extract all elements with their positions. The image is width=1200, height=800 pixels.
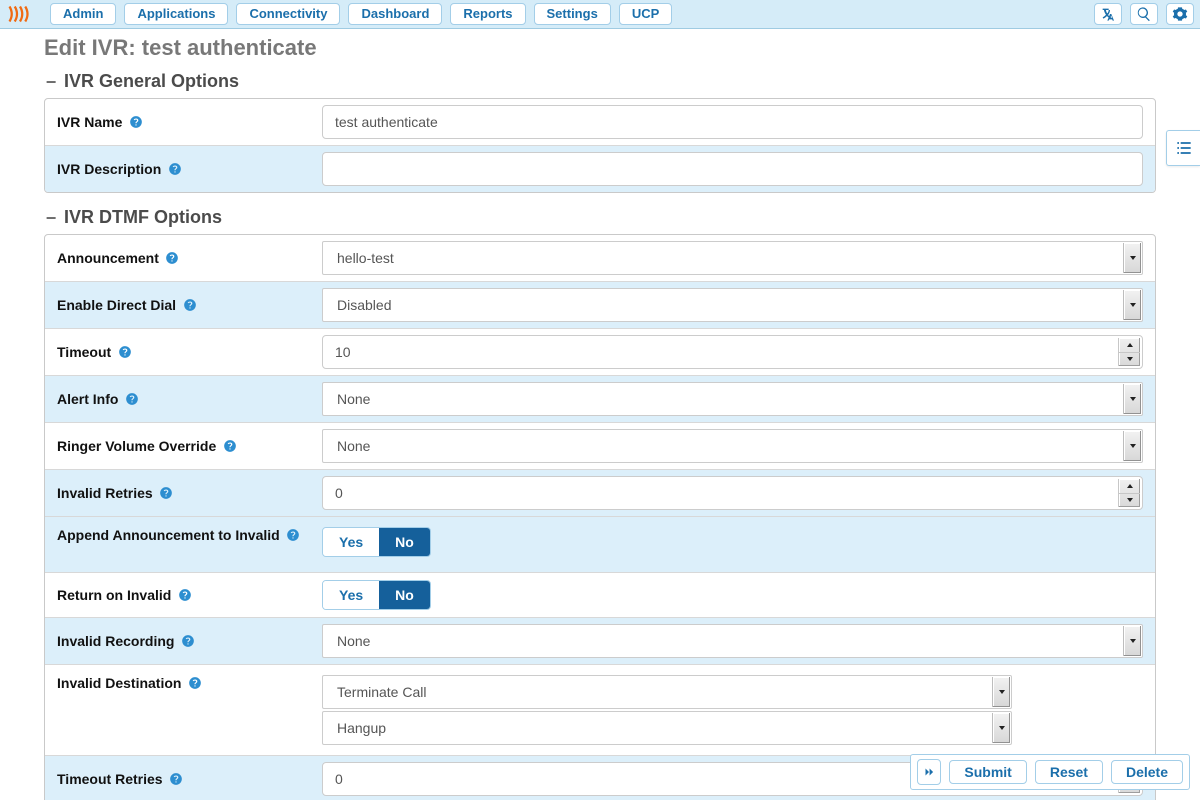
section-general-header[interactable]: − IVR General Options [44,71,1156,92]
help-icon[interactable] [128,115,143,130]
spinner-buttons[interactable] [1118,479,1140,507]
chevron-down-icon [992,677,1010,707]
nav-reports[interactable]: Reports [450,3,525,25]
nav-settings[interactable]: Settings [534,3,611,25]
help-icon[interactable] [286,528,301,543]
timeout-input[interactable] [322,335,1143,369]
return-on-invalid-toggle: Yes No [322,580,431,610]
side-list-tab[interactable] [1166,130,1200,166]
row-announcement: Announcement hello-test [45,235,1155,282]
row-return-on-invalid: Return on Invalid Yes No [45,573,1155,618]
collapse-icon: − [44,211,58,225]
reset-button[interactable]: Reset [1035,760,1103,784]
help-icon[interactable] [222,439,237,454]
append-announce-invalid-toggle: Yes No [322,527,431,557]
row-invalid-destination: Invalid Destination Terminate Call Hangu… [45,665,1155,756]
settings-button[interactable] [1166,3,1194,25]
ringer-volume-select[interactable]: None [322,429,1143,463]
chevron-down-icon [1123,626,1141,656]
alert-info-select[interactable]: None [322,382,1143,416]
row-direct-dial: Enable Direct Dial Disabled [45,282,1155,329]
help-icon[interactable] [187,676,202,691]
row-alert-info: Alert Info None [45,376,1155,423]
page-body: Edit IVR: test authenticate − IVR Genera… [0,29,1200,800]
row-append-announce-invalid: Append Announcement to Invalid Yes No [45,517,1155,573]
language-button[interactable] [1094,3,1122,25]
brand-logo [6,2,40,26]
section-dtmf-header[interactable]: − IVR DTMF Options [44,207,1156,228]
page-title: Edit IVR: test authenticate [44,35,1156,61]
chevron-down-icon [1123,431,1141,461]
help-icon[interactable] [169,772,184,787]
nav-applications[interactable]: Applications [124,3,228,25]
brand-icon [8,3,38,25]
chevron-down-icon [1123,290,1141,320]
chevron-down-icon [1123,384,1141,414]
invalid-recording-select[interactable]: None [322,624,1143,658]
ivr-description-input[interactable] [322,152,1143,186]
chevron-down-icon [1123,243,1141,273]
invalid-destination-secondary-select[interactable]: Hangup [322,711,1012,745]
help-icon[interactable] [117,345,132,360]
nav-ucp[interactable]: UCP [619,3,672,25]
search-icon [1136,6,1152,22]
help-icon[interactable] [167,162,182,177]
list-icon [1174,138,1194,158]
footer-collapse-button[interactable] [917,759,941,785]
row-ringer-volume: Ringer Volume Override None [45,423,1155,470]
row-invalid-recording: Invalid Recording None [45,618,1155,665]
delete-button[interactable]: Delete [1111,760,1183,784]
spinner-buttons[interactable] [1118,338,1140,366]
footer-actions: Submit Reset Delete [910,754,1190,790]
section-dtmf-title: IVR DTMF Options [64,207,222,228]
section-general-title: IVR General Options [64,71,239,92]
top-nav: Admin Applications Connectivity Dashboar… [0,0,1200,29]
nav-admin[interactable]: Admin [50,3,116,25]
row-ivr-description: IVR Description [45,146,1155,192]
submit-button[interactable]: Submit [949,760,1026,784]
no-button[interactable]: No [379,581,430,609]
yes-button[interactable]: Yes [323,581,379,609]
help-icon[interactable] [180,634,195,649]
direct-dial-select[interactable]: Disabled [322,288,1143,322]
gear-icon [1172,6,1188,22]
search-button[interactable] [1130,3,1158,25]
nav-right [1094,3,1194,25]
label-ivr-name: IVR Name [57,114,322,130]
row-ivr-name: IVR Name [45,99,1155,146]
announcement-select[interactable]: hello-test [322,241,1143,275]
label-ivr-description: IVR Description [57,161,322,177]
nav-connectivity[interactable]: Connectivity [236,3,340,25]
language-icon [1100,6,1116,22]
invalid-destination-primary-select[interactable]: Terminate Call [322,675,1012,709]
help-icon[interactable] [165,251,180,266]
nav-dashboard[interactable]: Dashboard [348,3,442,25]
help-icon[interactable] [159,486,174,501]
chevron-down-icon [992,713,1010,743]
panel-general: IVR Name IVR Description [44,98,1156,193]
invalid-retries-input[interactable] [322,476,1143,510]
row-invalid-retries: Invalid Retries [45,470,1155,517]
yes-button[interactable]: Yes [323,528,379,556]
panel-dtmf: Announcement hello-test Enable Direct Di… [44,234,1156,800]
ivr-name-input[interactable] [322,105,1143,139]
help-icon[interactable] [124,392,139,407]
row-timeout: Timeout [45,329,1155,376]
help-icon[interactable] [182,298,197,313]
chevron-right-double-icon [922,765,936,779]
help-icon[interactable] [177,588,192,603]
collapse-icon: − [44,75,58,89]
no-button[interactable]: No [379,528,430,556]
